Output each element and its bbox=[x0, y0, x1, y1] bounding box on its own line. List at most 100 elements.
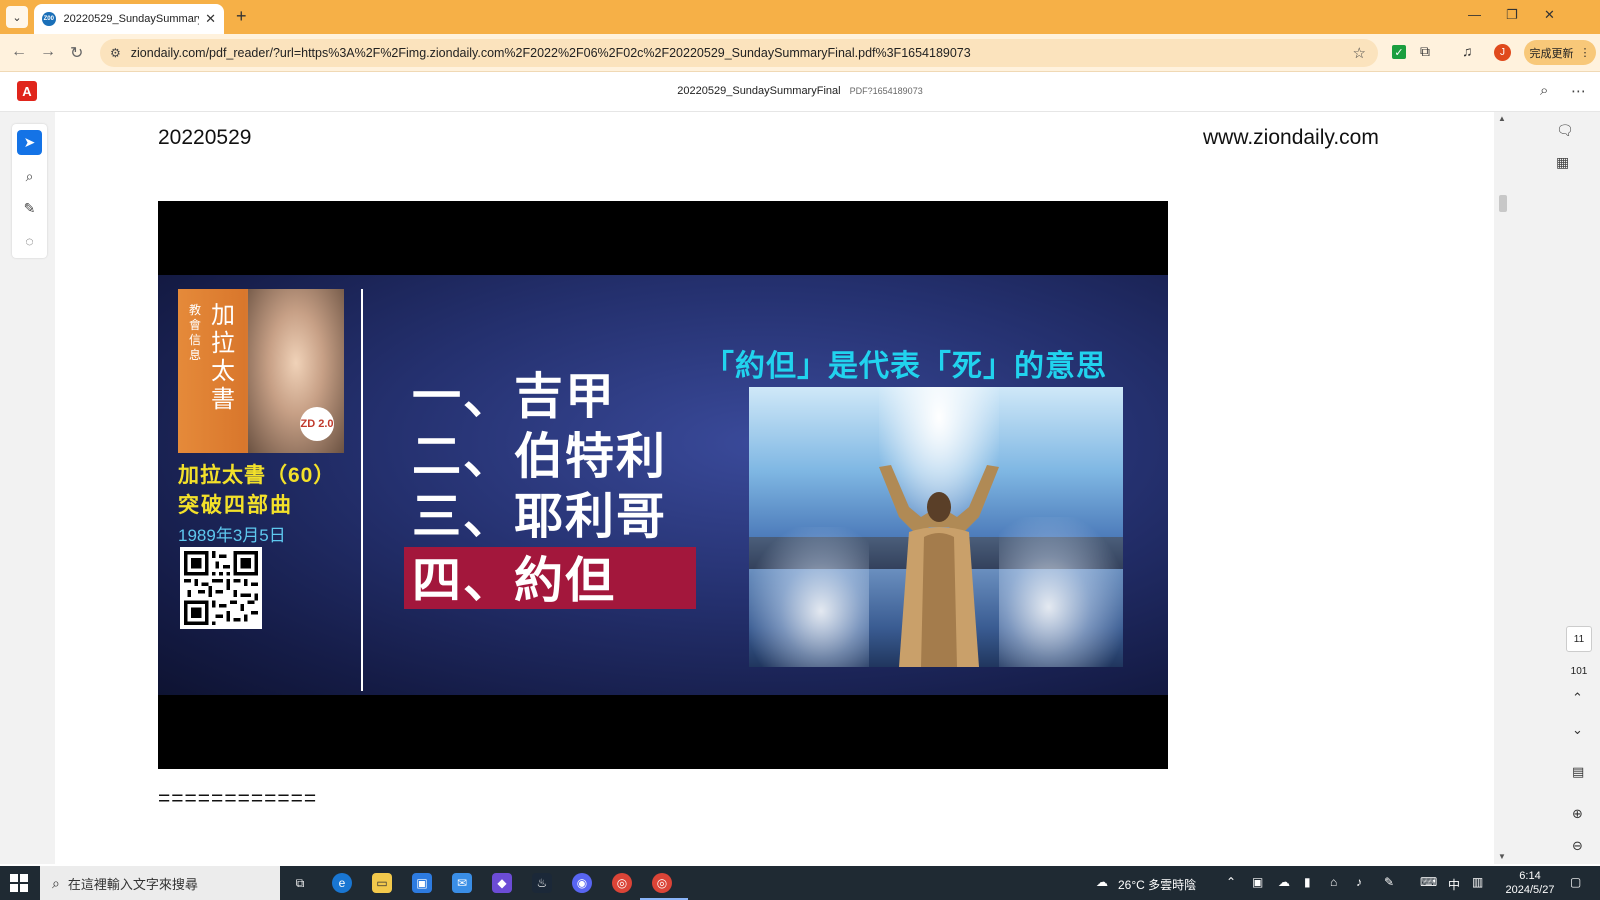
zd-badge: ZD 2.0 bbox=[300, 407, 334, 441]
notification-icon[interactable]: ▢ bbox=[1570, 875, 1581, 889]
current-page-input[interactable]: 11 bbox=[1566, 626, 1592, 652]
volume-icon[interactable]: ♪ bbox=[1356, 875, 1362, 889]
mail-icon[interactable]: ✉ bbox=[452, 873, 472, 893]
site-info-icon[interactable]: ⚙ bbox=[110, 46, 121, 60]
clock-date: 2024/5/27 bbox=[1505, 884, 1555, 896]
document-date: 20220529 bbox=[158, 126, 252, 149]
chevron-down-icon: ⌄ bbox=[12, 11, 22, 24]
chrome-active-icon[interactable]: ◎ bbox=[652, 873, 672, 893]
reload-icon[interactable]: ↻ bbox=[70, 43, 83, 63]
banner-divider bbox=[361, 289, 363, 691]
comment-icon[interactable]: ⌕ bbox=[17, 164, 42, 189]
window-close-icon[interactable]: ✕ bbox=[1544, 7, 1555, 23]
url-text[interactable]: ziondaily.com/pdf_reader/?url=https%3A%2… bbox=[131, 46, 1311, 60]
onedrive-icon[interactable]: ☁ bbox=[1278, 875, 1290, 889]
page-view-icon[interactable]: ▤ bbox=[1572, 764, 1584, 780]
more-horizontal-icon[interactable]: ⋯ bbox=[1571, 82, 1586, 100]
store-icon[interactable]: ▣ bbox=[412, 873, 432, 893]
sermon-banner-image: 教會信息 加拉太書 ZD 2.0 加拉太書（60） 突破四部曲 1989年3月5… bbox=[158, 201, 1168, 769]
taskbar-search-input[interactable]: ⌕ 在這裡輸入文字來搜尋 bbox=[40, 866, 280, 900]
profile-avatar[interactable]: J bbox=[1494, 44, 1511, 61]
task-view-icon[interactable]: ⧉ bbox=[290, 873, 310, 893]
pdf-header: A 20220529_SundaySummaryFinal PDF?165418… bbox=[0, 72, 1600, 112]
series-subtitle: 突破四部曲 bbox=[178, 494, 293, 517]
edge-browser-icon[interactable]: e bbox=[332, 873, 352, 893]
file-explorer-icon[interactable]: ▭ bbox=[372, 873, 392, 893]
address-bar[interactable]: ⚙ ziondaily.com/pdf_reader/?url=https%3A… bbox=[100, 39, 1378, 67]
forward-arrow-icon[interactable]: → bbox=[40, 43, 56, 61]
chrome-icon[interactable]: ◎ bbox=[612, 873, 632, 893]
tray-expand-icon[interactable]: ⌃ bbox=[1226, 875, 1236, 889]
select-cursor-icon[interactable]: ➤ bbox=[17, 130, 42, 155]
app-icon[interactable]: ◆ bbox=[492, 873, 512, 893]
pdf-subtitle: PDF?1654189073 bbox=[849, 86, 923, 96]
update-button[interactable]: 完成更新 ⋮ bbox=[1524, 40, 1596, 65]
new-tab-button[interactable]: + bbox=[236, 6, 247, 27]
tray-app-icon[interactable]: ▣ bbox=[1252, 875, 1263, 889]
comments-panel-icon[interactable]: 🗨 bbox=[1556, 122, 1574, 139]
search-icon: ⌕ bbox=[52, 874, 60, 891]
draw-pen-icon[interactable]: ✎ bbox=[17, 196, 42, 221]
battery-icon[interactable]: ▮ bbox=[1304, 875, 1311, 889]
windows-taskbar: ⌕ 在這裡輸入文字來搜尋 ⧉ e ▭ ▣ ✉ ◆ ♨ ◉ ◎ ◎ ☁ 26°C … bbox=[0, 866, 1600, 900]
zoom-out-icon[interactable]: ⊖ bbox=[1572, 838, 1583, 854]
figure-silhouette bbox=[879, 465, 999, 667]
discord-icon[interactable]: ◉ bbox=[572, 873, 592, 893]
left-tool-panel: ➤ ⌕ ✎ ◌ bbox=[0, 112, 55, 864]
ime-indicator[interactable]: 中 bbox=[1448, 876, 1460, 893]
tab-title: 20220529_SundaySummaryF bbox=[63, 13, 200, 25]
outline-item: 四、約但 bbox=[412, 552, 617, 609]
pdf-title-bar: 20220529_SundaySummaryFinal PDF?16541890… bbox=[0, 85, 1600, 97]
book-cover-image: 教會信息 加拉太書 ZD 2.0 bbox=[178, 289, 344, 453]
zoom-in-icon[interactable]: ⊕ bbox=[1572, 806, 1583, 822]
taskbar-clock[interactable]: 6:14 2024/5/27 bbox=[1500, 869, 1560, 897]
media-control-icon[interactable]: ♫ bbox=[1462, 43, 1473, 59]
book-cover-title: 加拉太書 bbox=[211, 301, 235, 413]
book-cover-subtitle: 教會信息 bbox=[188, 303, 201, 362]
tab-search-button[interactable]: ⌄ bbox=[6, 6, 28, 28]
pdf-page: 20220529 www.ziondaily.com 教會信息 加拉太書 ZD … bbox=[55, 112, 1494, 864]
bookmark-star-icon[interactable]: ☆ bbox=[1353, 44, 1366, 62]
browser-tab[interactable]: Z00 20220529_SundaySummaryF ✕ bbox=[34, 4, 224, 34]
windows-start-icon[interactable] bbox=[10, 874, 28, 892]
back-arrow-icon[interactable]: ← bbox=[11, 43, 27, 61]
tool-group: ➤ ⌕ ✎ ◌ bbox=[12, 124, 47, 258]
ime-mode-icon[interactable]: ▥ bbox=[1472, 875, 1483, 889]
screen: ⌄ Z00 20220529_SundaySummaryF ✕ + — ❐ ✕ … bbox=[0, 0, 1600, 900]
close-icon[interactable]: ✕ bbox=[205, 11, 216, 27]
minimize-icon[interactable]: — bbox=[1468, 7, 1481, 22]
series-date: 1989年3月5日 bbox=[178, 526, 286, 545]
clock-time: 6:14 bbox=[1519, 870, 1541, 882]
extension-check-icon[interactable]: ✓ bbox=[1392, 45, 1406, 59]
steam-icon[interactable]: ♨ bbox=[532, 873, 552, 893]
pen-icon[interactable]: ✎ bbox=[1384, 875, 1394, 889]
update-button-label: 完成更新 bbox=[1529, 47, 1574, 60]
next-page-icon[interactable]: ⌄ bbox=[1572, 722, 1583, 738]
previous-page-icon[interactable]: ⌃ bbox=[1572, 690, 1583, 706]
document-separator: ============ bbox=[158, 787, 318, 810]
series-title: 加拉太書（60） bbox=[178, 464, 336, 487]
right-panel: ▲ ▼ 🗨 ▦ bbox=[1494, 112, 1600, 864]
banner-caption: 「約但」是代表「死」的意思 bbox=[704, 350, 1107, 383]
restore-icon[interactable]: ❐ bbox=[1506, 7, 1518, 23]
thumbnails-grid-icon[interactable]: ▦ bbox=[1556, 154, 1569, 171]
banner-content: 教會信息 加拉太書 ZD 2.0 加拉太書（60） 突破四部曲 1989年3月5… bbox=[158, 275, 1168, 695]
photo-splash bbox=[749, 527, 869, 667]
outline-item: 三、耶利哥 bbox=[412, 488, 668, 545]
network-icon[interactable]: ⌂ bbox=[1330, 875, 1337, 889]
scrollbar[interactable]: ▲ ▼ bbox=[1494, 112, 1512, 864]
scroll-down-icon[interactable]: ▼ bbox=[1498, 852, 1506, 861]
keyboard-icon[interactable]: ⌨ bbox=[1420, 875, 1437, 889]
scroll-up-icon[interactable]: ▲ bbox=[1498, 114, 1506, 123]
more-vertical-icon: ⋮ bbox=[1579, 47, 1591, 59]
document-site: www.ziondaily.com bbox=[1203, 126, 1379, 149]
lasso-icon[interactable]: ◌ bbox=[17, 228, 42, 253]
scroll-thumb[interactable] bbox=[1499, 195, 1507, 212]
browser-toolbar: ← → ↻ ⚙ ziondaily.com/pdf_reader/?url=ht… bbox=[0, 34, 1600, 72]
pdf-title: 20220529_SundaySummaryFinal bbox=[677, 85, 841, 97]
browser-tab-bar: ⌄ Z00 20220529_SundaySummaryF ✕ + — ❐ ✕ bbox=[0, 0, 1600, 34]
weather-cloud-icon[interactable]: ☁ bbox=[1096, 875, 1108, 889]
search-icon[interactable]: ⌕ bbox=[1540, 82, 1548, 99]
extensions-puzzle-icon[interactable]: ⧉ bbox=[1420, 43, 1430, 60]
weather-text[interactable]: 26°C 多雲時陰 bbox=[1118, 876, 1196, 893]
